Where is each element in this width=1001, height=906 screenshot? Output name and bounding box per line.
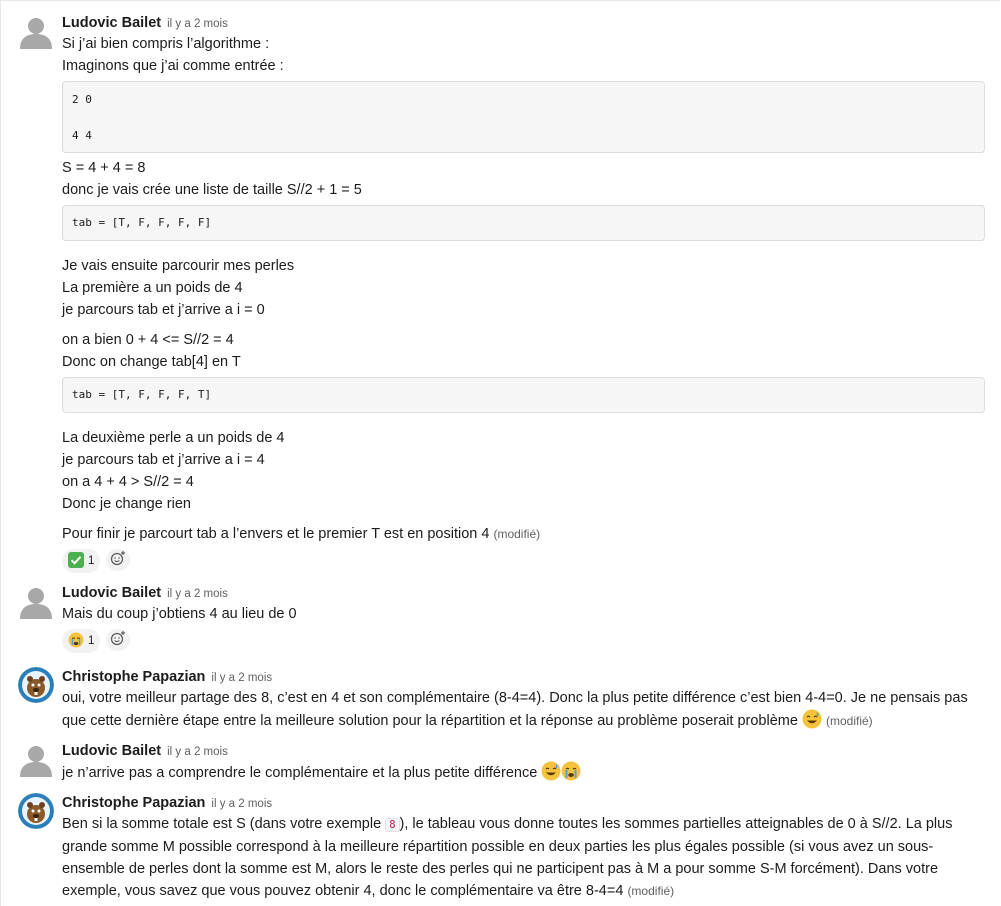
grinning-sweat-icon [802,709,822,736]
timestamp[interactable]: il y a 2 mois [167,18,228,30]
grinning-sweat-icon [541,761,561,788]
check-mark-button-icon [68,551,84,571]
message-text: Donc on change tab[4] en T [62,354,241,370]
message: Ludovic Bailet il y a 2 mois Mais du coup… [18,583,985,653]
message-text: ensemble de perles dont la somme est M, … [62,861,939,877]
avatar[interactable] [18,583,54,619]
message-text: Donc je change rien [62,496,191,512]
timestamp[interactable]: il y a 2 mois [211,672,272,684]
message-text: donc je vais crée une liste de taille S/… [62,182,362,198]
message-text: que cette dernière étape entre la meille… [62,713,798,729]
message-text: on a bien 0 + 4 <= S//2 = 4 [62,332,234,348]
message: Ludovic Bailet il y a 2 mois Si j’ai bien… [18,13,985,573]
message-text: je parcours tab et j’arrive a i = 4 [62,452,265,468]
avatar[interactable] [18,13,54,49]
reaction-count: 1 [88,635,95,647]
code-line: tab = [T, F, F, F, F] [72,216,212,229]
add-emoji-icon [110,630,126,650]
reaction-crying[interactable]: 1 [62,629,101,653]
message-text: grande somme M possible correspond à la … [62,839,934,855]
message-text: Ben si la somme totale est S (dans votre… [62,816,382,832]
timestamp[interactable]: il y a 2 mois [167,746,228,758]
code-line: tab = [T, F, F, F, T] [72,388,212,401]
message-text: exemple, vous savez que vous pouvez obte… [62,883,624,899]
add-reaction-button[interactable] [106,549,131,571]
message-text: Mais du coup j’obtiens 4 au lieu de 0 [62,606,297,622]
author-name[interactable]: Christophe Papazian [62,795,205,811]
message-text: La deuxième perle a un poids de 4 [62,430,285,446]
message-text: La première a un poids de 4 [62,280,243,296]
message: Christophe Papazian il y a 2 mois Ben si … [18,793,985,902]
crying-face-icon [68,632,84,651]
message-text: Imaginons que j’ai comme entrée : [62,58,284,74]
avatar[interactable] [18,667,54,703]
message-text: oui, votre meilleur partage des 8, c’est… [62,690,968,706]
code-block: tab = [T, F, F, F, F] [62,205,985,241]
message-text: S = 4 + 4 = 8 [62,160,146,176]
avatar[interactable] [18,741,54,777]
message-text: je n’arrive pas a comprendre le compléme… [62,765,538,781]
message-text: Pour finir je parcourt tab a l’envers et… [62,526,490,542]
edited-label: (modifié) [825,714,873,728]
timestamp[interactable]: il y a 2 mois [167,588,228,600]
message-text: Je vais ensuite parcourir mes perles [62,258,295,274]
message: Christophe Papazian il y a 2 mois oui, vo… [18,667,985,736]
timestamp[interactable]: il y a 2 mois [211,798,272,810]
author-name[interactable]: Christophe Papazian [62,669,205,685]
code-line: 4 4 [72,129,92,142]
message-text: Si j’ai bien compris l’algorithme : [62,36,270,52]
message-text: ), le tableau vous donne toutes les somm… [399,816,953,832]
add-reaction-button[interactable] [106,629,131,651]
code-block: tab = [T, F, F, F, T] [62,377,985,413]
author-name[interactable]: Ludovic Bailet [62,15,161,31]
reaction-count: 1 [88,555,95,567]
author-name[interactable]: Ludovic Bailet [62,585,161,601]
edited-label: (modifié) [627,884,675,898]
code-line: 2 0 [72,93,92,106]
inline-code: 8 [385,818,400,832]
edited-label: (modifié) [493,527,541,541]
reaction-check[interactable]: 1 [62,549,101,573]
add-emoji-icon [110,550,126,570]
message: Ludovic Bailet il y a 2 mois je n’arrive … [18,741,985,788]
message-text: je parcours tab et j’arrive a i = 0 [62,302,265,318]
message-text: on a 4 + 4 > S//2 = 4 [62,474,194,490]
avatar[interactable] [18,793,54,829]
crying-face-icon [561,761,581,788]
author-name[interactable]: Ludovic Bailet [62,743,161,759]
code-block: 2 0 4 4 [62,81,985,153]
